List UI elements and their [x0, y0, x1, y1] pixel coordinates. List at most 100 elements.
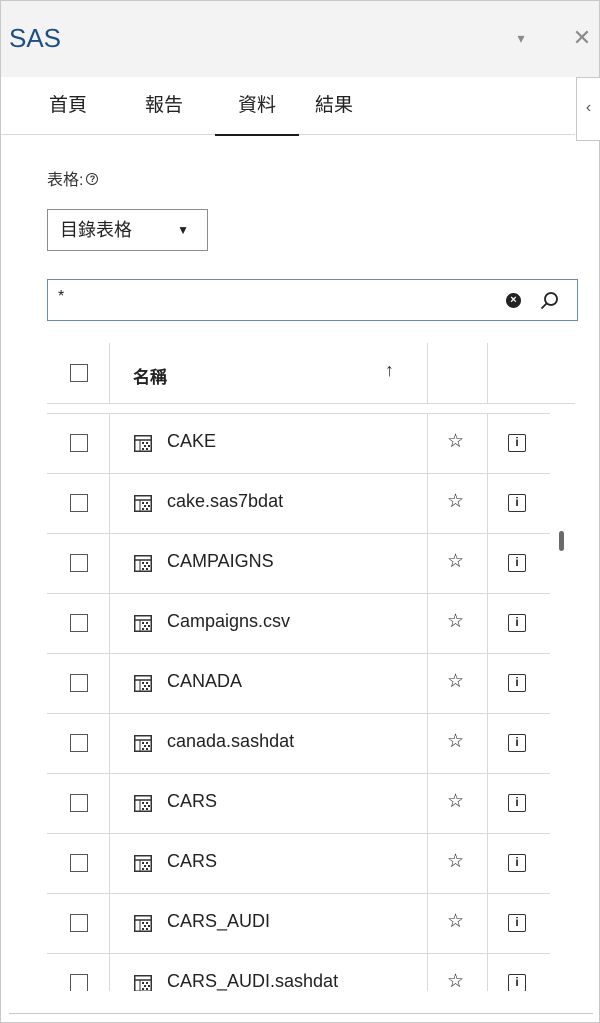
- info-icon[interactable]: i: [508, 614, 526, 632]
- row-name[interactable]: CARS: [167, 851, 217, 872]
- name-column-header[interactable]: 名稱: [133, 363, 167, 388]
- tab-data[interactable]: 資料: [215, 77, 299, 136]
- table-row[interactable]: CARS_AUDI ☆ i: [47, 893, 550, 954]
- data-table: 名稱 ↑ CAKE ☆ i cake.sas7bdat ☆ i CAMPAIGNS ☆ i Cam…: [47, 343, 575, 991]
- column-divider: [487, 534, 488, 594]
- column-divider: [487, 343, 488, 403]
- row-name[interactable]: CARS_AUDI.sashdat: [167, 971, 338, 991]
- row-checkbox[interactable]: [70, 614, 88, 632]
- table-icon: [134, 675, 152, 692]
- app-title: SAS: [9, 23, 62, 53]
- info-icon[interactable]: i: [508, 854, 526, 872]
- column-divider: [109, 654, 110, 714]
- table-icon: [134, 795, 152, 812]
- row-checkbox[interactable]: [70, 974, 88, 991]
- row-name[interactable]: CAKE: [167, 431, 216, 452]
- info-icon[interactable]: i: [508, 674, 526, 692]
- row-checkbox[interactable]: [70, 734, 88, 752]
- favorite-star-icon[interactable]: ☆: [447, 790, 464, 813]
- favorite-star-icon[interactable]: ☆: [447, 610, 464, 633]
- column-divider: [109, 343, 110, 403]
- column-divider: [109, 714, 110, 774]
- favorite-star-icon[interactable]: ☆: [447, 910, 464, 933]
- row-name[interactable]: CARS: [167, 791, 217, 812]
- info-icon[interactable]: i: [508, 494, 526, 512]
- title-bar: SAS ▾ ✕: [1, 1, 599, 77]
- info-icon[interactable]: i: [508, 434, 526, 452]
- table-type-select[interactable]: 目錄表格 ▼: [47, 209, 208, 251]
- table-icon: [134, 915, 152, 932]
- table-icon: [134, 555, 152, 572]
- search-input[interactable]: * ×: [47, 279, 578, 321]
- table-row[interactable]: CAMPAIGNS ☆ i: [47, 533, 550, 594]
- row-checkbox[interactable]: [70, 854, 88, 872]
- favorite-star-icon[interactable]: ☆: [447, 550, 464, 573]
- favorite-star-icon[interactable]: ☆: [447, 730, 464, 753]
- info-icon[interactable]: i: [508, 794, 526, 812]
- table-row[interactable]: CARS_AUDI.sashdat ☆ i: [47, 953, 550, 991]
- scrollbar-thumb[interactable]: [559, 531, 564, 551]
- select-all-checkbox[interactable]: [70, 364, 88, 382]
- tab-home[interactable]: 首頁: [49, 77, 87, 135]
- collapse-panel-button[interactable]: ‹: [576, 77, 600, 141]
- favorite-star-icon[interactable]: ☆: [447, 850, 464, 873]
- table-label: 表格:?: [47, 166, 99, 190]
- bottom-divider: [9, 1013, 593, 1014]
- favorite-star-icon[interactable]: ☆: [447, 970, 464, 991]
- column-divider: [427, 834, 428, 894]
- table-row[interactable]: Campaigns.csv ☆ i: [47, 593, 550, 654]
- info-icon[interactable]: i: [508, 554, 526, 572]
- row-checkbox[interactable]: [70, 914, 88, 932]
- column-divider: [427, 714, 428, 774]
- row-checkbox[interactable]: [70, 674, 88, 692]
- row-name[interactable]: Campaigns.csv: [167, 611, 290, 632]
- favorite-star-icon[interactable]: ☆: [447, 430, 464, 453]
- row-checkbox[interactable]: [70, 494, 88, 512]
- info-icon[interactable]: i: [508, 974, 526, 991]
- table-row[interactable]: CAKE ☆ i: [47, 413, 550, 474]
- column-divider: [487, 894, 488, 954]
- caret-down-icon: ▼: [177, 223, 189, 237]
- favorite-star-icon[interactable]: ☆: [447, 490, 464, 513]
- column-divider: [487, 414, 488, 474]
- sort-ascending-icon[interactable]: ↑: [385, 360, 394, 381]
- favorite-star-icon[interactable]: ☆: [447, 670, 464, 693]
- row-name[interactable]: canada.sashdat: [167, 731, 294, 752]
- column-divider: [487, 594, 488, 654]
- table-row[interactable]: cake.sas7bdat ☆ i: [47, 473, 550, 534]
- search-icon[interactable]: [538, 289, 562, 313]
- column-divider: [487, 774, 488, 834]
- table-row[interactable]: CARS ☆ i: [47, 773, 550, 834]
- clear-search-icon[interactable]: ×: [506, 293, 521, 308]
- column-divider: [427, 774, 428, 834]
- close-icon[interactable]: ✕: [567, 23, 597, 53]
- pane-options-dropdown-icon[interactable]: ▾: [506, 23, 536, 53]
- table-row[interactable]: CANADA ☆ i: [47, 653, 550, 714]
- table-type-value: 目錄表格: [60, 220, 132, 240]
- column-divider: [427, 343, 428, 403]
- info-icon[interactable]: i: [508, 914, 526, 932]
- help-icon[interactable]: ?: [86, 173, 99, 185]
- table-header: 名稱 ↑: [47, 343, 575, 403]
- table-row[interactable]: CARS ☆ i: [47, 833, 550, 894]
- tab-reports[interactable]: 報告: [144, 77, 184, 135]
- header-divider: [47, 403, 575, 404]
- table-row[interactable]: canada.sashdat ☆ i: [47, 713, 550, 774]
- row-checkbox[interactable]: [70, 554, 88, 572]
- row-name[interactable]: CARS_AUDI: [167, 911, 270, 932]
- row-checkbox[interactable]: [70, 794, 88, 812]
- column-divider: [487, 474, 488, 534]
- column-divider: [427, 474, 428, 534]
- tab-results[interactable]: 結果: [314, 77, 354, 135]
- row-name[interactable]: CANADA: [167, 671, 242, 692]
- column-divider: [109, 414, 110, 474]
- tab-bar: 首頁 報告 資料 結果: [1, 77, 575, 136]
- search-value: *: [58, 288, 65, 305]
- column-divider: [427, 654, 428, 714]
- row-checkbox[interactable]: [70, 434, 88, 452]
- row-name[interactable]: CAMPAIGNS: [167, 551, 274, 572]
- row-name[interactable]: cake.sas7bdat: [167, 491, 283, 512]
- sas-pane: SAS ▾ ✕ 首頁 報告 資料 結果 ‹ 表格:? 目錄表格 ▼ * × 名稱…: [0, 0, 600, 1023]
- column-divider: [109, 594, 110, 654]
- info-icon[interactable]: i: [508, 734, 526, 752]
